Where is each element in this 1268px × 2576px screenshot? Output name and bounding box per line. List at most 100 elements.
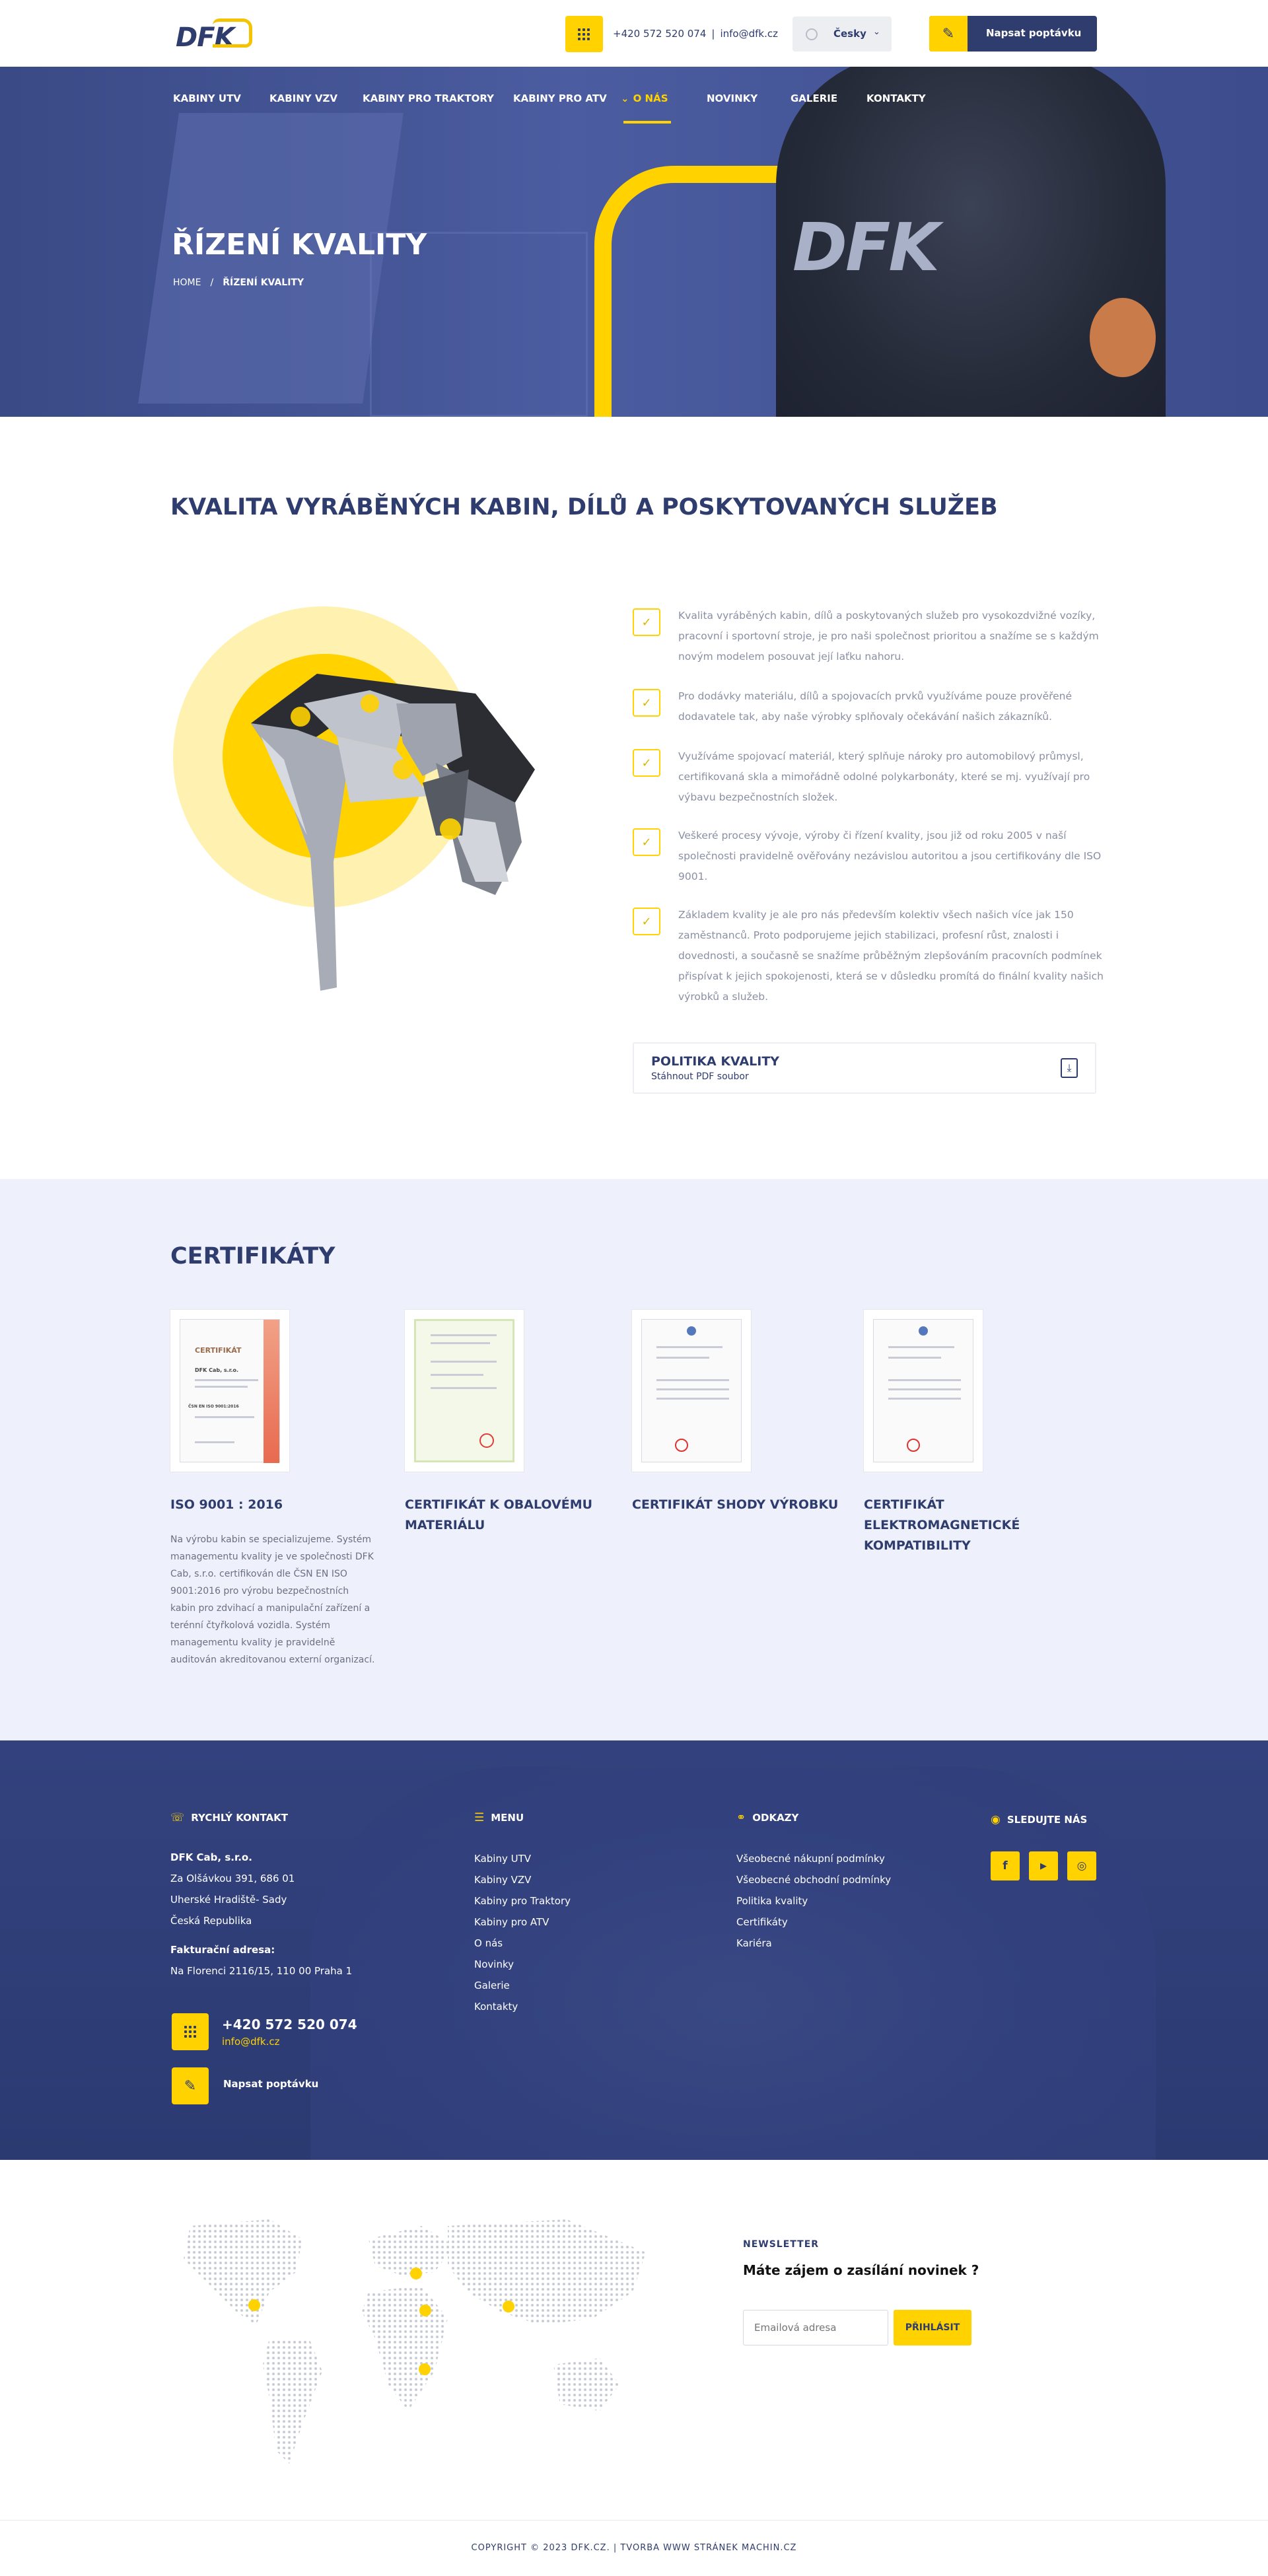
quality-point-text: Kvalita vyráběných kabin, dílů a poskyto… [678, 610, 1099, 662]
certificate-thumb-conformity[interactable] [632, 1310, 751, 1472]
footer-link-item[interactable]: Certifikáty [736, 1912, 891, 1933]
nav-item-novinky[interactable]: Novinky [707, 92, 757, 104]
inquiry-button-label: Napsat poptávku [986, 27, 1082, 39]
nav-item-kontakty[interactable]: Kontakty [866, 92, 926, 104]
footer-menu-item[interactable]: Kabiny pro Traktory [474, 1890, 571, 1912]
footer-menu-item[interactable]: Kabiny VZV [474, 1869, 571, 1890]
language-select[interactable]: Česky ⌄ [792, 17, 892, 52]
certificate-thumb-iso[interactable]: CERTIFIKÁT DFK Cab, s.r.o. ČSN EN ISO 90… [170, 1310, 289, 1472]
certificate-text-line [888, 1346, 954, 1348]
pdf-title: POLITIKA KVALITY [651, 1054, 780, 1069]
address-line: Za Olšávkou 391, 686 01 [170, 1873, 295, 1884]
facebook-icon[interactable]: f [991, 1851, 1020, 1880]
phone-dialpad-icon[interactable] [565, 16, 603, 52]
footer-menu-item[interactable]: Kontakty [474, 1996, 571, 2017]
certificate-text-line [195, 1441, 234, 1443]
header-phone-link[interactable]: +420 572 520 074 [613, 28, 706, 40]
certificate-description-iso: Na výrobu kabin se specializujeme. Systé… [170, 1534, 375, 1665]
nav-item-kabiny-vzv[interactable]: Kabiny VZV [269, 92, 337, 104]
certificate-title-packaging: CERTIFIKÁT K OBALOVÉMU MATERIÁLU [405, 1497, 593, 1532]
footer-link-item[interactable]: Politika kvality [736, 1890, 891, 1912]
certificate-standard: ČSN EN ISO 9001:2016 [188, 1404, 239, 1409]
quick-contact-heading-label: RYCHLÝ KONTAKT [191, 1812, 288, 1824]
certificate-emblem-icon [919, 1326, 928, 1336]
certificate-text-line [431, 1334, 497, 1336]
certificate-title-emc: CERTIFIKÁT ELEKTROMAGNETICKÉ KOMPATIBILI… [864, 1497, 1020, 1553]
footer-email-link[interactable]: info@dfk.cz [222, 2036, 280, 2048]
newsletter-subscribe-button[interactable]: PŘIHLÁSIT [894, 2310, 971, 2345]
inquiry-button[interactable]: ✎ Napsat poptávku [929, 16, 1097, 52]
nav-item-galerie[interactable]: Galerie [791, 92, 837, 104]
edit-note-icon[interactable]: ✎ [172, 2067, 209, 2104]
quality-policy-download[interactable]: POLITIKA KVALITY Stáhnout PDF soubor ⤓ [633, 1042, 1096, 1094]
breadcrumb-separator: / [210, 277, 214, 288]
footer-menu-item[interactable]: Kabiny UTV [474, 1848, 571, 1869]
quality-section-title: KVALITA VYRÁBĚNÝCH KABIN, DÍLŮ A POSKYTO… [170, 494, 998, 520]
certificate-text-line [656, 1398, 729, 1400]
nav-item-kabiny-traktory[interactable]: Kabiny pro traktory [363, 92, 494, 104]
footer-link-item[interactable]: Všeobecné nákupní podmínky [736, 1848, 891, 1869]
quality-point-4: ✓ Veškeré procesy vývoje, výroby či říze… [633, 826, 1108, 888]
follow-heading-label: SLEDUJTE NÁS [1006, 1814, 1088, 1826]
edit-note-icon: ✎ [929, 16, 968, 52]
footer-inquiry-link[interactable]: Napsat poptávku [223, 2078, 318, 2090]
copyright-text: COPYRIGHT © 2023 DFK.CZ. | TVORBA WWW ST… [471, 2543, 797, 2553]
footer-menu-item[interactable]: Galerie [474, 1975, 571, 1996]
chevron-down-icon: ⌄ [621, 92, 629, 104]
check-icon: ✓ [633, 608, 660, 636]
nav-item-kabiny-utv[interactable]: Kabiny UTV [173, 92, 241, 104]
contact-separator: | [711, 28, 715, 40]
certificate-stamp-icon [907, 1439, 920, 1452]
certificate-text-line [888, 1357, 941, 1359]
billing-address: Na Florenci 2116/15, 110 00 Praha 1 [170, 1965, 353, 1977]
certificate-text-line [431, 1342, 490, 1344]
menu-heading-label: MENU [491, 1812, 524, 1824]
certificate-paper [414, 1319, 514, 1462]
certificate-title-iso: ISO 9001 : 2016 [170, 1497, 283, 1512]
certificate-heading: CERTIFIKÁT [195, 1346, 242, 1355]
footer-dialpad-icon[interactable] [172, 2013, 209, 2050]
check-icon: ✓ [633, 908, 660, 935]
certificate-stamp-icon [479, 1433, 494, 1448]
quality-point-2: ✓ Pro dodávky materiálu, dílů a spojovac… [633, 686, 1108, 726]
certificate-thumb-packaging[interactable] [405, 1310, 524, 1472]
certificate-thumb-emc[interactable] [864, 1310, 983, 1472]
footer-menu-item[interactable]: Novinky [474, 1954, 571, 1975]
hero-hand-image [1090, 298, 1156, 377]
address-line: Uherské Hradiště- Sady [170, 1894, 287, 1906]
newsletter-email-input[interactable] [743, 2310, 888, 2345]
language-label: Česky [833, 28, 866, 40]
nav-item-kabiny-atv[interactable]: Kabiny pro ATV [513, 92, 607, 104]
billing-label: Fakturační adresa: [170, 1944, 275, 1956]
links-heading: ⚭ ODKAZY [736, 1811, 798, 1824]
instagram-icon[interactable]: ◎ [1067, 1851, 1096, 1880]
certificate-text-line [431, 1374, 483, 1376]
hero-vest-logo: DFK [792, 209, 940, 286]
dfk-logo[interactable]: DFK [173, 17, 263, 53]
certificate-title-conformity: CERTIFIKÁT SHODY VÝROBKU [632, 1497, 839, 1512]
newsletter-label: NEWSLETTER [743, 2239, 820, 2250]
eye-icon: ◉ [991, 1813, 1001, 1826]
footer-menu-item[interactable]: Kabiny pro ATV [474, 1912, 571, 1933]
hero-yellow-arc [594, 166, 792, 417]
certificate-text-line [656, 1388, 729, 1390]
quality-point-text: Využíváme spojovací materiál, který splň… [678, 750, 1090, 803]
footer-menu-item[interactable]: O nás [474, 1933, 571, 1954]
address-line: Česká Republika [170, 1915, 252, 1927]
check-icon: ✓ [633, 689, 660, 717]
breadcrumb: HOME / ŘÍZENÍ KVALITY [173, 277, 304, 288]
download-icon: ⤓ [1061, 1058, 1078, 1078]
youtube-icon[interactable]: ▶ [1029, 1851, 1058, 1880]
certificate-text-line [656, 1379, 729, 1381]
footer-link-item[interactable]: Kariéra [736, 1933, 891, 1954]
breadcrumb-home[interactable]: HOME [173, 277, 201, 288]
company-name: DFK Cab, s.r.o. [170, 1851, 252, 1863]
quality-point-3: ✓ Využíváme spojovací materiál, který sp… [633, 746, 1108, 806]
footer-link-item[interactable]: Všeobecné obchodní podmínky [736, 1869, 891, 1890]
menu-heading: ☰ MENU [474, 1811, 524, 1824]
main-nav: Kabiny UTV Kabiny VZV Kabiny pro traktor… [173, 92, 1032, 125]
nav-item-o-nas[interactable]: ⌄ O nás [621, 92, 668, 104]
quality-point-5: ✓ Základem kvality je ale pro nás předev… [633, 905, 1108, 1011]
header-email-link[interactable]: info@dfk.cz [720, 28, 778, 40]
footer-phone-link[interactable]: +420 572 520 074 [222, 2017, 357, 2032]
